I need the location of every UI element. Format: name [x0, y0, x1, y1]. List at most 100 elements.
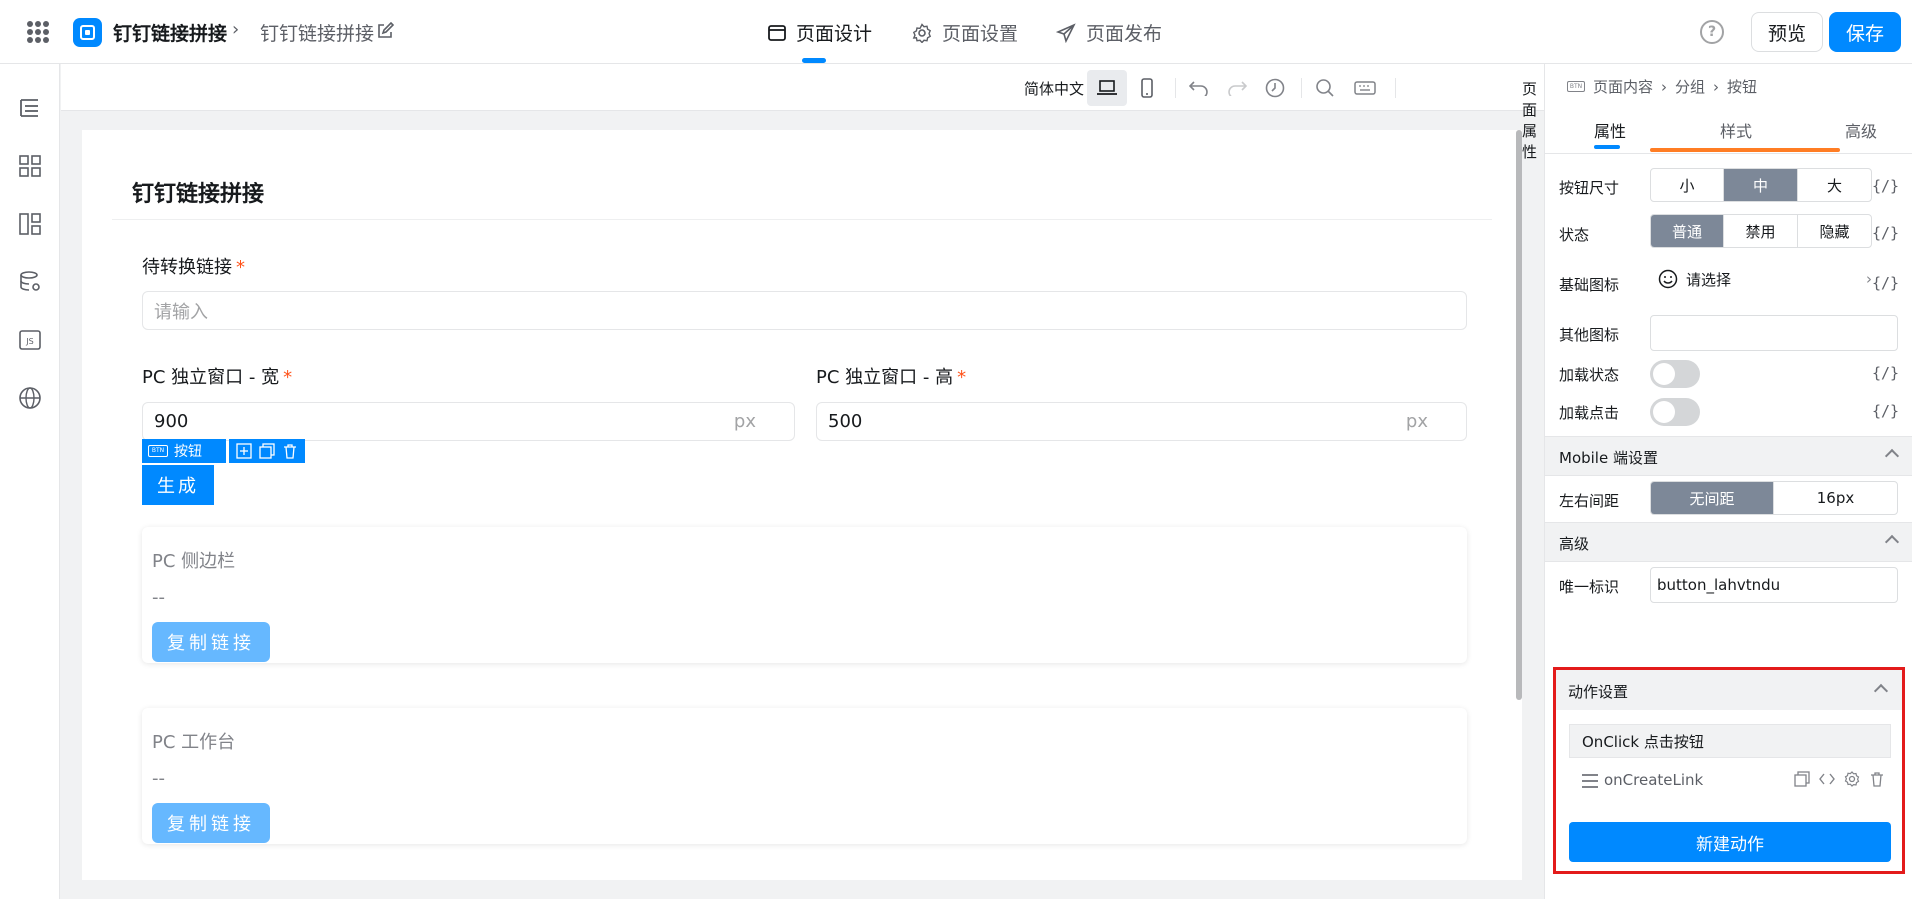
selected-component-label: 按钮: [174, 444, 202, 460]
tab-style[interactable]: 样式: [1720, 118, 1752, 142]
svg-text:JS: JS: [25, 337, 33, 346]
lr-spacing-label: 左右间距: [1559, 492, 1620, 510]
spacing-16px-option[interactable]: 16px: [1774, 482, 1897, 514]
new-action-button[interactable]: 新建动作: [1569, 822, 1891, 862]
keyboard-icon: [1354, 81, 1376, 95]
button-size-segment: 小 中 大: [1650, 168, 1872, 202]
advanced-section[interactable]: 高级: [1545, 522, 1912, 562]
action-item[interactable]: onCreateLink: [1569, 763, 1891, 799]
smile-icon: [1658, 269, 1678, 289]
selected-component-tag[interactable]: BTN 按钮: [142, 439, 226, 463]
design-canvas: 钉钉链接拼接 待转换链接 * 请输入 PC 独立窗口 - 宽 * 900 px PC …: [82, 130, 1522, 880]
card-value: --: [152, 587, 165, 608]
canvas-scrollbar[interactable]: [1516, 130, 1522, 700]
page-properties-button[interactable]: 页面属性: [1522, 78, 1544, 162]
history-button[interactable]: [1255, 70, 1295, 106]
unique-id-label: 唯一标识: [1559, 578, 1620, 596]
save-button[interactable]: 保存: [1829, 12, 1901, 52]
gear-icon: [912, 22, 932, 43]
copy-icon[interactable]: [259, 443, 275, 459]
height-field-label: PC 独立窗口 - 高 *: [816, 363, 966, 389]
link-input[interactable]: 请输入: [142, 291, 1467, 330]
mobile-settings-section[interactable]: Mobile 端设置: [1545, 436, 1912, 476]
action-settings-section: 动作设置 OnClick 点击按钮 onCreateLink 新建动作: [1553, 667, 1905, 874]
drag-handle-icon[interactable]: [1582, 774, 1598, 788]
tab-page-design[interactable]: 页面设计: [768, 19, 872, 46]
data-source-icon[interactable]: [18, 270, 42, 294]
tab-page-publish[interactable]: 页面发布: [1056, 19, 1162, 46]
form-title: 钉钉链接拼接: [132, 182, 265, 207]
loading-state-label: 加载状态: [1559, 366, 1620, 384]
size-medium-option[interactable]: 中: [1724, 169, 1798, 201]
size-small-option[interactable]: 小: [1651, 169, 1724, 201]
gear-icon[interactable]: [1844, 771, 1860, 787]
title-divider: [112, 219, 1492, 220]
language-select[interactable]: 简体中文: [1024, 78, 1084, 99]
height-unit: px: [1405, 411, 1428, 432]
help-icon[interactable]: ?: [1700, 20, 1724, 44]
section-title: Mobile 端设置: [1559, 449, 1658, 467]
link-field-label: 待转换链接 *: [142, 253, 245, 279]
required-mark: *: [957, 367, 967, 388]
state-normal-option[interactable]: 普通: [1651, 215, 1724, 247]
app-grid-icon[interactable]: [27, 21, 49, 43]
tab-advanced[interactable]: 高级: [1845, 118, 1877, 142]
height-input[interactable]: 500 px: [816, 402, 1467, 441]
sidebar-link-card: PC 侧边栏 -- 复制链接: [142, 527, 1467, 663]
delete-icon[interactable]: [282, 443, 298, 459]
edit-icon[interactable]: [376, 22, 394, 40]
layout-icon[interactable]: [18, 212, 42, 236]
card-title: PC 工作台: [152, 732, 236, 753]
onclick-event[interactable]: OnClick 点击按钮: [1569, 724, 1891, 758]
spacing-none-option[interactable]: 无间距: [1651, 482, 1774, 514]
redo-button[interactable]: [1217, 70, 1257, 106]
globe-icon[interactable]: [18, 386, 42, 410]
undo-button[interactable]: [1179, 70, 1219, 106]
preview-button[interactable]: 预览: [1751, 12, 1823, 52]
width-input[interactable]: 900 px: [142, 402, 795, 441]
generate-button[interactable]: 生成: [142, 465, 214, 505]
copy-link-button[interactable]: 复制链接: [152, 622, 270, 662]
copy-icon[interactable]: [1794, 771, 1810, 787]
tab-page-settings[interactable]: 页面设置: [912, 19, 1018, 46]
chevron-right-icon: ›: [1713, 77, 1720, 96]
action-settings-header[interactable]: 动作设置: [1556, 670, 1902, 710]
height-field-label-text: PC 独立窗口 - 高: [816, 367, 954, 388]
desktop-view-button[interactable]: [1087, 70, 1127, 106]
tab-page-publish-label: 页面发布: [1086, 23, 1163, 45]
delete-icon[interactable]: [1869, 771, 1885, 787]
code-icon[interactable]: [1819, 771, 1835, 787]
section-title: 高级: [1559, 535, 1590, 553]
state-disabled-option[interactable]: 禁用: [1724, 215, 1798, 247]
formula-icon[interactable]: {/}: [1872, 177, 1899, 195]
formula-icon[interactable]: {/}: [1872, 364, 1899, 382]
top-bar: 钉钉链接拼接 › 钉钉链接拼接 页面设计 页面设置 页面发布 ? 预览 保存: [0, 0, 1912, 64]
other-icon-input[interactable]: [1650, 315, 1898, 351]
mobile-view-button[interactable]: [1127, 70, 1167, 106]
copy-link-button[interactable]: 复制链接: [152, 803, 270, 843]
keyboard-button[interactable]: [1345, 70, 1385, 106]
unique-id-input[interactable]: button_lahvtndu: [1650, 567, 1898, 603]
components-grid-icon[interactable]: [18, 154, 42, 178]
loading-state-toggle[interactable]: [1650, 360, 1700, 388]
add-component-icon[interactable]: [236, 443, 252, 459]
formula-icon[interactable]: {/}: [1872, 402, 1899, 420]
loading-click-toggle[interactable]: [1650, 398, 1700, 426]
breadcrumb-item[interactable]: 分组: [1675, 76, 1705, 97]
toolbar-divider: [1301, 78, 1302, 98]
tab-properties[interactable]: 属性: [1594, 118, 1626, 142]
state-hidden-option[interactable]: 隐藏: [1798, 215, 1871, 247]
base-icon-picker[interactable]: 请选择 ›: [1650, 264, 1872, 294]
js-code-icon[interactable]: JS: [18, 328, 42, 352]
formula-icon[interactable]: {/}: [1872, 274, 1899, 292]
search-button[interactable]: [1305, 70, 1345, 106]
height-input-value: 500: [828, 411, 863, 432]
laptop-icon: [1097, 80, 1117, 95]
breadcrumb-item[interactable]: 按钮: [1727, 76, 1757, 97]
outline-tree-icon[interactable]: [18, 96, 42, 120]
size-large-option[interactable]: 大: [1798, 169, 1871, 201]
breadcrumb-app-name[interactable]: 钉钉链接拼接: [113, 19, 227, 46]
link-field-label-text: 待转换链接: [142, 257, 232, 278]
breadcrumb-item[interactable]: 页面内容: [1593, 76, 1653, 97]
formula-icon[interactable]: {/}: [1872, 224, 1899, 242]
